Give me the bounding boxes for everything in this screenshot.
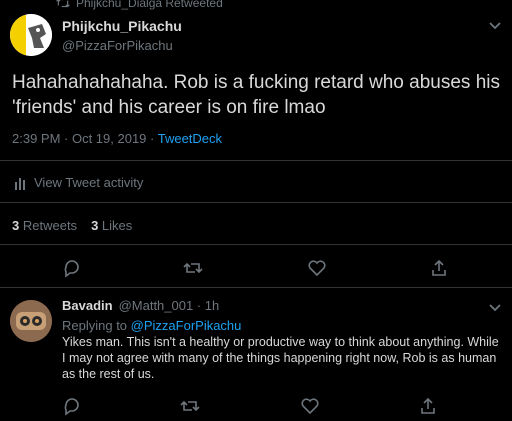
retweeted-header: Phijkchu_Dialga Retweeted — [56, 0, 223, 10]
author-handle[interactable]: @PizzaForPikachu — [62, 38, 173, 53]
retweets-count: 3 — [12, 218, 20, 233]
replying-to: Replying to @PizzaForPikachu — [62, 318, 241, 333]
heart-icon[interactable] — [307, 258, 327, 278]
share-icon[interactable] — [429, 258, 449, 278]
retweeted-label: Phijkchu_Dialga Retweeted — [76, 0, 223, 10]
avatar-image — [10, 14, 52, 56]
tweet-source-link[interactable]: TweetDeck — [158, 131, 222, 146]
bar-chart-icon — [15, 177, 25, 190]
reply-avatar-image — [10, 300, 52, 342]
likes-count-link[interactable]: 3 Likes — [91, 218, 132, 233]
reply-header: Bavadin @Matth_001 · 1h — [62, 298, 219, 313]
reply-avatar[interactable] — [10, 300, 52, 342]
view-activity-label: View Tweet activity — [34, 175, 144, 190]
replying-to-label: Replying to — [62, 318, 131, 333]
chevron-down-icon[interactable] — [486, 16, 504, 34]
retweet-icon[interactable] — [183, 258, 203, 278]
view-activity-link[interactable]: View Tweet activity — [14, 175, 143, 190]
replying-to-handle[interactable]: @PizzaForPikachu — [131, 318, 242, 333]
likes-label: Likes — [101, 218, 133, 233]
divider — [0, 244, 512, 245]
reply-text: Yikes man. This isn't a healthy or produ… — [62, 335, 499, 381]
retweets-label: Retweets — [22, 218, 78, 233]
reply-author-handle[interactable]: @Matth_001 · 1h — [119, 298, 220, 313]
retweet-icon — [56, 0, 70, 8]
retweet-icon[interactable] — [180, 396, 200, 416]
divider — [0, 202, 512, 203]
divider — [0, 160, 512, 161]
chevron-down-icon[interactable] — [486, 298, 504, 316]
reply-icon[interactable] — [62, 258, 82, 278]
heart-icon[interactable] — [300, 396, 320, 416]
author-name[interactable]: Phijkchu_Pikachu — [62, 18, 182, 34]
tweet-text: Hahahahahahaha. Rob is a fucking retard … — [12, 72, 500, 118]
divider — [0, 287, 512, 288]
reply-icon[interactable] — [62, 396, 82, 416]
share-icon[interactable] — [418, 396, 438, 416]
tweet-timestamp[interactable]: 2:39 PM · Oct 19, 2019 · — [12, 131, 158, 146]
tweet-meta: 2:39 PM · Oct 19, 2019 · TweetDeck — [12, 131, 222, 146]
reply-author-name[interactable]: Bavadin — [62, 298, 113, 313]
avatar[interactable] — [10, 14, 52, 56]
retweets-count-link[interactable]: 3 Retweets — [12, 218, 77, 233]
likes-count: 3 — [91, 218, 99, 233]
engagement-counts: 3 Retweets 3 Likes — [12, 218, 132, 233]
